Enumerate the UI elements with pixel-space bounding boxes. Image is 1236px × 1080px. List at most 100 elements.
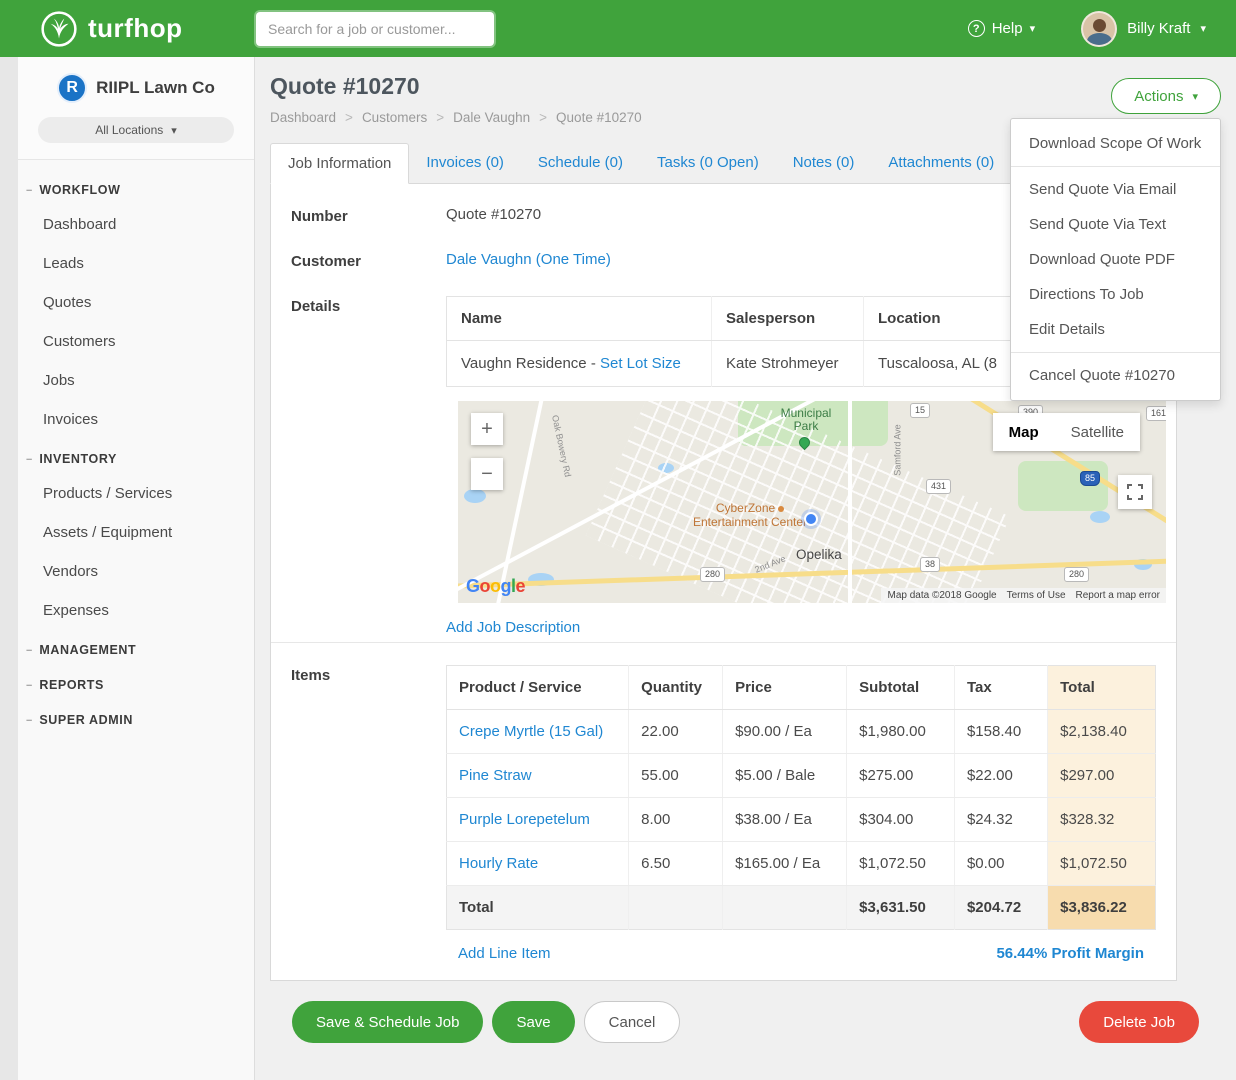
- sidebar-header: R RIIPL Lawn Co All Locations ▾: [18, 57, 254, 160]
- job-location-marker-icon: [804, 512, 818, 526]
- tab-job-information[interactable]: Job Information: [270, 143, 409, 184]
- map-view-button[interactable]: Map: [993, 413, 1055, 451]
- menu-divider: [1011, 352, 1220, 353]
- item-product-link[interactable]: Crepe Myrtle (15 Gal): [459, 723, 603, 740]
- sidebar-section-inventory[interactable]: -- INVENTORY: [18, 439, 254, 474]
- route-shield: 161: [1146, 406, 1166, 421]
- tab-tasks[interactable]: Tasks (0 Open): [640, 143, 776, 183]
- sidebar-item-expenses[interactable]: Expenses: [18, 591, 254, 630]
- sidebar-nav: -- WORKFLOW Dashboard Leads Quotes Custo…: [18, 160, 254, 735]
- route-shield: 280: [700, 567, 725, 582]
- company[interactable]: R RIIPL Lawn Co: [18, 73, 254, 103]
- sidebar-item-customers[interactable]: Customers: [18, 322, 254, 361]
- item-tax: $158.40: [954, 710, 1047, 754]
- sidebar-section-management[interactable]: -- MANAGEMENT: [18, 630, 254, 665]
- fullscreen-button[interactable]: [1118, 475, 1152, 509]
- zoom-out-button[interactable]: −: [471, 458, 503, 490]
- menu-item-send-quote-email[interactable]: Send Quote Via Email: [1011, 172, 1220, 207]
- item-subtotal: $1,072.50: [847, 842, 955, 886]
- tab-attachments[interactable]: Attachments (0): [871, 143, 1011, 183]
- help-menu[interactable]: ? Help ▾: [968, 20, 1035, 37]
- sidebar-item-leads[interactable]: Leads: [18, 244, 254, 283]
- collapse-icon: --: [26, 644, 31, 656]
- customer-link[interactable]: Dale Vaughn: [446, 251, 532, 268]
- details-salesperson-cell: Kate Strohmeyer: [712, 341, 864, 387]
- sidebar-section-super-admin[interactable]: -- SUPER ADMIN: [18, 700, 254, 735]
- tab-invoices[interactable]: Invoices (0): [409, 143, 521, 183]
- customer-label: Customer: [291, 251, 446, 270]
- actions-button[interactable]: Actions ▾: [1111, 78, 1221, 114]
- map-road: [848, 401, 852, 603]
- items-header-total: Total: [1048, 666, 1156, 710]
- chevron-down-icon: ▾: [1192, 90, 1198, 103]
- customer-type-link[interactable]: (One Time): [536, 251, 611, 268]
- menu-item-edit-details[interactable]: Edit Details: [1011, 312, 1220, 347]
- chevron-down-icon: ▾: [1200, 22, 1206, 35]
- map-label-municipal-park: Municipal Park: [768, 407, 844, 433]
- map-label-opelika: Opelika: [796, 547, 842, 562]
- zoom-in-button[interactable]: +: [471, 413, 503, 445]
- save-button[interactable]: Save: [492, 1001, 574, 1043]
- sidebar-item-vendors[interactable]: Vendors: [18, 552, 254, 591]
- map-type-controls: Map Satellite: [993, 413, 1140, 451]
- tab-notes[interactable]: Notes (0): [776, 143, 872, 183]
- map-water: [464, 489, 486, 503]
- items-header-tax: Tax: [954, 666, 1047, 710]
- search-input[interactable]: [256, 12, 494, 46]
- sidebar-item-quotes[interactable]: Quotes: [18, 283, 254, 322]
- sidebar-item-products-services[interactable]: Products / Services: [18, 474, 254, 513]
- item-subtotal: $1,980.00: [847, 710, 955, 754]
- report-map-error-link[interactable]: Report a map error: [1076, 590, 1160, 601]
- set-lot-size-link[interactable]: Set Lot Size: [600, 355, 681, 372]
- details-header-name: Name: [447, 297, 712, 341]
- section-label: REPORTS: [39, 678, 104, 692]
- item-tax: $0.00: [954, 842, 1047, 886]
- save-schedule-job-button[interactable]: Save & Schedule Job: [292, 1001, 483, 1043]
- add-line-item-link[interactable]: Add Line Item: [458, 945, 551, 962]
- sidebar-item-invoices[interactable]: Invoices: [18, 400, 254, 439]
- company-logo-icon: R: [57, 73, 87, 103]
- company-name: RIIPL Lawn Co: [96, 78, 215, 98]
- menu-item-cancel-quote[interactable]: Cancel Quote #10270: [1011, 358, 1220, 393]
- actions-menu: Download Scope Of Work Send Quote Via Em…: [1010, 118, 1221, 401]
- collapse-icon: --: [26, 679, 31, 691]
- sidebar-section-workflow[interactable]: -- WORKFLOW: [18, 170, 254, 205]
- item-row: Purple Lorepetelum 8.00 $38.00 / Ea $304…: [447, 798, 1156, 842]
- menu-item-send-quote-text[interactable]: Send Quote Via Text: [1011, 207, 1220, 242]
- items-header-subtotal: Subtotal: [847, 666, 955, 710]
- terms-of-use-link[interactable]: Terms of Use: [1007, 590, 1066, 601]
- cancel-button[interactable]: Cancel: [584, 1001, 681, 1043]
- item-product-link[interactable]: Pine Straw: [459, 767, 532, 784]
- item-product-link[interactable]: Hourly Rate: [459, 855, 538, 872]
- map-attribution: Map data ©2018 Google Terms of Use Repor…: [881, 588, 1166, 603]
- add-job-description-link[interactable]: Add Job Description: [446, 619, 580, 636]
- tab-schedule[interactable]: Schedule (0): [521, 143, 640, 183]
- brand[interactable]: turfhop: [40, 10, 256, 48]
- delete-job-button[interactable]: Delete Job: [1079, 1001, 1199, 1043]
- menu-item-download-quote-pdf[interactable]: Download Quote PDF: [1011, 242, 1220, 277]
- sidebar-item-jobs[interactable]: Jobs: [18, 361, 254, 400]
- sidebar-section-reports[interactable]: -- REPORTS: [18, 665, 254, 700]
- breadcrumb-customer[interactable]: Dale Vaughn: [427, 110, 530, 125]
- user-menu[interactable]: Billy Kraft ▾: [1081, 11, 1206, 47]
- sidebar-item-dashboard[interactable]: Dashboard: [18, 205, 254, 244]
- satellite-view-button[interactable]: Satellite: [1055, 413, 1140, 451]
- total-label: Total: [447, 886, 629, 930]
- item-total: $328.32: [1048, 798, 1156, 842]
- menu-item-directions-to-job[interactable]: Directions To Job: [1011, 277, 1220, 312]
- brand-name: turfhop: [88, 13, 182, 44]
- locations-selector[interactable]: All Locations ▾: [38, 117, 234, 143]
- profit-margin: 56.44% Profit Margin: [996, 945, 1144, 962]
- collapse-icon: --: [26, 453, 31, 465]
- items-header-price: Price: [723, 666, 847, 710]
- items-header-product: Product / Service: [447, 666, 629, 710]
- job-location-map[interactable]: Samford Ave 2nd Ave Oak Bowery Rd 390 15…: [458, 401, 1166, 603]
- menu-item-download-scope-of-work[interactable]: Download Scope Of Work: [1011, 126, 1220, 161]
- breadcrumb-customers[interactable]: Customers: [336, 110, 427, 125]
- sidebar-item-assets-equipment[interactable]: Assets / Equipment: [18, 513, 254, 552]
- item-product-link[interactable]: Purple Lorepetelum: [459, 811, 590, 828]
- breadcrumb-dashboard[interactable]: Dashboard: [270, 110, 336, 125]
- item-tax: $22.00: [954, 754, 1047, 798]
- user-avatar: [1081, 11, 1117, 47]
- details-name-cell: Vaughn Residence - Set Lot Size: [447, 341, 712, 387]
